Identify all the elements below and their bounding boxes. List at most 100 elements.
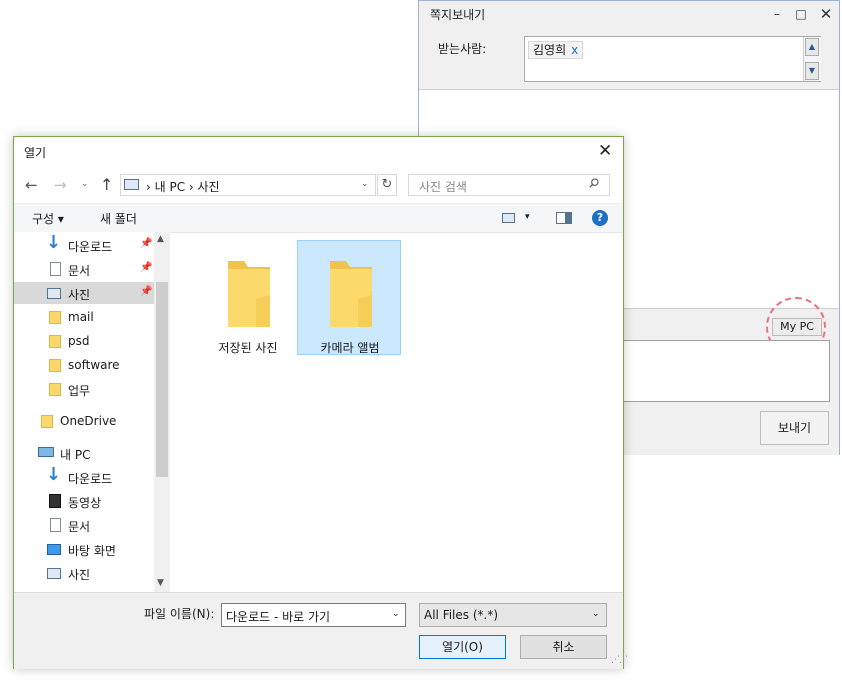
maximize-button[interactable]: □ [791,5,811,23]
folder-icon [41,415,53,428]
folder-icon [49,383,61,396]
scroll-up-icon[interactable]: ▲ [157,234,164,244]
scroll-down-icon[interactable]: ▼ [805,62,819,80]
view-options-dropdown[interactable]: ▾ [525,212,530,222]
pictures-icon [47,288,61,299]
nav-item-label: 문서 [68,264,91,278]
recipient-chip[interactable]: 김영희 x [528,41,584,59]
help-icon[interactable]: ? [592,210,608,226]
folder-icon [228,261,270,327]
file-item-label: 카메라 앨범 [320,341,380,355]
recipient-field[interactable]: 김영희 x ▲ ▼ [524,36,821,82]
cancel-button[interactable]: 취소 [520,635,607,659]
minimize-button[interactable]: – [767,5,787,23]
folder-icon [330,261,372,327]
scroll-up-icon[interactable]: ▲ [805,38,819,56]
nav-item-label: 사진 [68,288,91,302]
address-bar[interactable]: › 내 PC › 사진 ⌄ [120,174,376,196]
search-placeholder[interactable]: 사진 검색 [419,178,467,195]
recipient-scrollbar[interactable]: ▲ ▼ [803,37,821,81]
nav-item-label: 내 PC [60,448,91,462]
message-close-button[interactable]: ✕ [816,5,836,23]
nav-item-label: 문서 [68,520,91,534]
file-item-label: 저장된 사진 [218,341,278,355]
nav-item-label: software [68,358,120,372]
nav-item-onedrive[interactable]: OneDrive [14,410,154,432]
chevron-down-icon[interactable]: ⌄ [592,609,600,619]
video-icon [49,494,61,508]
document-icon [50,262,61,276]
nav-item-label: 동영상 [68,496,102,510]
nav-item-label: 바탕 화면 [68,544,116,558]
download-icon [46,232,61,253]
nav-item-label: 사진 [68,568,91,582]
nav-item-label: 다운로드 [68,472,113,486]
open-button[interactable]: 열기(O) [419,635,506,659]
nav-item-this-pc[interactable]: 내 PC [14,442,154,464]
search-box[interactable]: 사진 검색 [408,174,610,196]
chevron-down-icon[interactable]: ⌄ [392,609,400,619]
refresh-icon[interactable]: ↻ [377,174,397,196]
dialog-close-button[interactable]: ✕ [598,141,612,161]
remove-recipient-icon[interactable]: x [571,43,578,57]
computer-icon [38,447,54,457]
preview-pane-icon[interactable] [556,212,572,224]
dialog-title: 열기 [24,146,47,160]
pin-icon[interactable]: 📌 [140,286,152,297]
address-path[interactable]: › 내 PC › 사진 [146,178,220,195]
send-button[interactable]: 보내기 [760,411,829,445]
nav-item-label: psd [68,334,90,348]
scrollbar-thumb[interactable] [156,282,168,477]
organize-menu[interactable]: 구성 ▾ [32,210,64,227]
dialog-footer: 파일 이름(N): 다운로드 - 바로 가기 ⌄ All Files (*.*)… [14,592,628,669]
nav-item-label: OneDrive [60,414,117,428]
file-item-camera-album[interactable]: 카메라 앨범 [297,240,401,355]
attachment-textarea[interactable] [619,340,830,402]
nav-item-label: 다운로드 [68,240,113,254]
my-pc-button[interactable]: My PC [772,318,822,336]
resize-grip-icon[interactable]: ⋰⋰ [611,655,628,665]
desktop-icon [47,544,61,555]
nav-item-pc-documents[interactable]: 문서 [14,514,154,536]
nav-item-desktop[interactable]: 바탕 화면 [14,538,154,560]
download-icon [46,464,61,485]
nav-item-label: 업무 [68,384,91,398]
pictures-folder-icon [124,179,139,190]
folder-icon [49,335,61,348]
pin-icon[interactable]: 📌 [140,238,152,249]
nav-item-videos[interactable]: 동영상 [14,490,154,512]
nav-item-software[interactable]: software [14,354,154,376]
nav-item-work[interactable]: 업무 [14,378,154,400]
navigation-scrollbar[interactable]: ▲ ▼ [154,232,170,592]
pin-icon[interactable]: 📌 [140,262,152,273]
open-file-dialog: 열기 ✕ ← → ⌄ ↑ › 내 PC › 사진 ⌄ ↻ 사진 검색 구성 ▾ … [13,136,628,669]
file-type-value[interactable]: All Files (*.*) [424,608,498,622]
nav-item-pictures[interactable]: 사진 📌 [14,282,154,304]
search-icon[interactable] [589,178,599,188]
filename-value[interactable]: 다운로드 - 바로 가기 [226,608,330,625]
forward-arrow-icon[interactable]: → [54,176,67,194]
scroll-down-icon[interactable]: ▼ [157,578,164,588]
recipient-label: 받는사람: [438,42,487,56]
file-item-saved-pictures[interactable]: 저장된 사진 [196,241,300,356]
nav-item-mail[interactable]: mail [14,306,154,328]
pictures-icon [47,568,61,579]
recipient-chip-name: 김영희 [533,43,567,57]
filename-combobox[interactable]: 다운로드 - 바로 가기 ⌄ [221,603,406,627]
recent-locations-icon[interactable]: ⌄ [81,179,89,189]
up-folder-icon[interactable]: ↑ [100,175,113,194]
navigation-pane: 다운로드 📌 문서 📌 사진 📌 mail psd software 업무 [14,232,169,592]
command-toolbar: 구성 ▾ 새 폴더 ▾ ? [14,203,623,233]
nav-item-documents[interactable]: 문서 📌 [14,258,154,280]
folder-icon [49,359,61,372]
nav-item-psd[interactable]: psd [14,330,154,352]
message-titlebar: 쪽지보내기 – □ ✕ [419,1,839,28]
address-dropdown-icon[interactable]: ⌄ [361,179,369,189]
back-arrow-icon[interactable]: ← [25,176,38,194]
nav-item-pc-downloads[interactable]: 다운로드 [14,464,154,488]
nav-item-downloads[interactable]: 다운로드 📌 [14,232,154,256]
view-mode-icon[interactable] [502,213,515,223]
new-folder-button[interactable]: 새 폴더 [100,210,137,227]
nav-item-pc-pictures[interactable]: 사진 [14,562,154,584]
file-type-select[interactable]: All Files (*.*) ⌄ [419,603,607,627]
